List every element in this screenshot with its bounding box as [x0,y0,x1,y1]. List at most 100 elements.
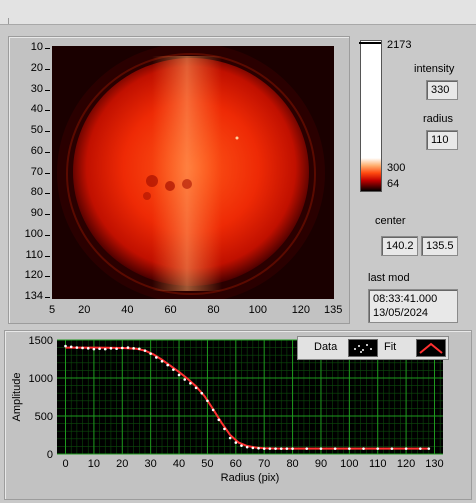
x-tick-label: 120 [397,458,415,470]
image-x-tick: 80 [207,304,220,316]
last-mod-time: 08:33:41.000 [373,293,438,305]
image-y-tick-mark [45,152,50,153]
data-point [103,347,107,351]
data-point [234,441,238,444]
data-point [166,363,169,367]
x-tick-label: 60 [230,458,242,470]
colorbar-max-label: 2173 [387,39,412,51]
intensity-image [52,46,334,299]
colorbar-min-label: 64 [387,178,400,190]
data-point [109,347,113,350]
data-point [64,344,67,348]
data-point [177,373,181,377]
y-tick-label: 500 [35,411,53,423]
data-point [291,447,294,450]
data-point [86,347,90,350]
center-y-field[interactable]: 135.5 [421,236,458,256]
data-point [262,447,266,450]
image-y-tick: 120 [24,269,43,281]
data-point [268,447,272,450]
data-point [240,444,243,447]
x-tick-label: 110 [369,458,387,470]
data-point [172,368,175,371]
image-y-tick-mark [45,110,50,111]
image-y-axis: 10 20 30 40 50 60 70 80 90 100 110 120 134 [14,41,50,302]
image-x-tick: 120 [291,304,311,316]
radius-field[interactable]: 110 [426,130,458,150]
image-y-tick: 90 [30,207,43,219]
legend-fit-swatch [416,339,446,357]
data-point [160,359,164,363]
legend-fit-label: Fit [384,341,397,353]
data-point [427,447,431,450]
intensity-field[interactable]: 330 [426,80,458,100]
data-point [404,447,408,450]
data-point [189,382,192,385]
data-point [149,352,152,355]
data-point [194,386,198,390]
y-axis-label: Amplitude [11,373,23,422]
image-y-tick: 10 [30,41,43,53]
data-points-icon [354,344,372,353]
data-point [138,347,141,351]
image-display[interactable] [52,46,334,299]
image-y-tick-mark [45,48,50,49]
last-mod-field: 08:33:41.000 13/05/2024 [368,289,458,323]
data-point [362,447,365,450]
data-point [143,349,147,352]
image-y-tick: 100 [24,228,43,240]
data-point [120,346,124,350]
x-tick-label: 70 [258,458,270,470]
colorbar-max-marker[interactable] [359,42,381,44]
data-point [305,447,309,450]
data-point [183,378,187,381]
data-point [69,345,73,349]
x-tick-label: 40 [173,458,185,470]
image-y-tick: 50 [30,124,43,136]
top-toolbar [0,0,476,25]
image-x-tick: 100 [248,304,267,316]
x-tick-label: 20 [116,458,128,470]
image-y-tick-mark [45,90,50,91]
last-mod-date: 13/05/2024 [373,307,429,319]
image-y-tick-mark [45,69,50,70]
data-point [206,399,209,403]
data-point [251,446,255,450]
x-tick-label: 50 [201,458,213,470]
data-point [257,447,260,450]
data-point [274,447,277,450]
radius-label: radius [423,113,453,125]
y-tick-label: 1500 [29,335,53,347]
data-point [390,447,394,450]
image-y-tick: 70 [30,166,43,178]
data-point [245,445,249,449]
data-point [200,391,204,395]
x-tick-label: 80 [286,458,298,470]
data-point [126,346,130,349]
y-tick-label: 0 [47,449,53,461]
image-y-tick-mark [45,297,50,298]
image-y-tick-mark [45,214,50,215]
x-tick-label: 10 [88,458,100,470]
data-point [223,427,226,431]
data-point [228,436,232,440]
data-point [348,447,351,450]
image-y-tick-mark [45,173,50,174]
image-y-tick: 40 [30,103,43,115]
data-point [217,418,221,422]
x-tick-label: 90 [315,458,327,470]
image-y-tick-mark [45,256,50,257]
center-label: center [375,215,406,227]
center-x-field[interactable]: 140.2 [381,236,418,256]
x-tick-label: 0 [62,458,68,470]
fit-line-icon [419,342,443,354]
x-tick-label: 130 [425,458,443,470]
data-point [115,347,118,351]
image-y-tick-mark [45,235,50,236]
chart-legend: Data Fit [297,336,449,360]
toolbar-divider [0,18,9,24]
image-x-axis: 5 20 40 60 80 100 120 135 [49,300,342,320]
data-point [285,447,289,450]
image-y-tick-mark [45,193,50,194]
data-point [132,347,135,350]
